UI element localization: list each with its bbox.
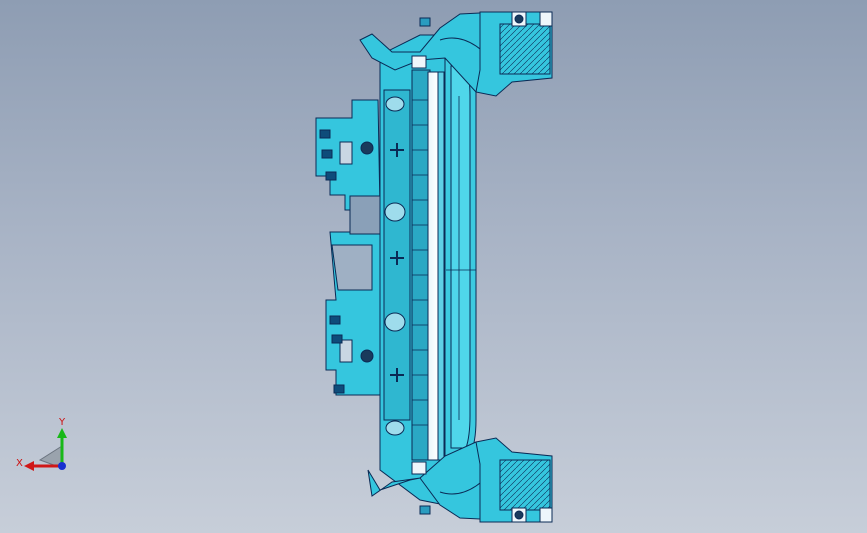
y-axis-label: Y: [58, 417, 66, 428]
z-axis-dot: [58, 462, 66, 470]
top-mounting-block[interactable]: [475, 11, 553, 97]
bottom-mounting-block[interactable]: [475, 437, 553, 523]
cad-viewport[interactable]: Y X: [0, 0, 867, 533]
coordinate-triad: Y X: [16, 417, 67, 471]
cad-model-part[interactable]: [315, 11, 553, 523]
left-clip-cluster[interactable]: [315, 99, 385, 396]
slot-channel-edge: [437, 71, 445, 461]
slot-channel: [427, 71, 439, 461]
x-axis-label: X: [16, 458, 23, 469]
long-curved-bar[interactable]: [444, 57, 477, 457]
